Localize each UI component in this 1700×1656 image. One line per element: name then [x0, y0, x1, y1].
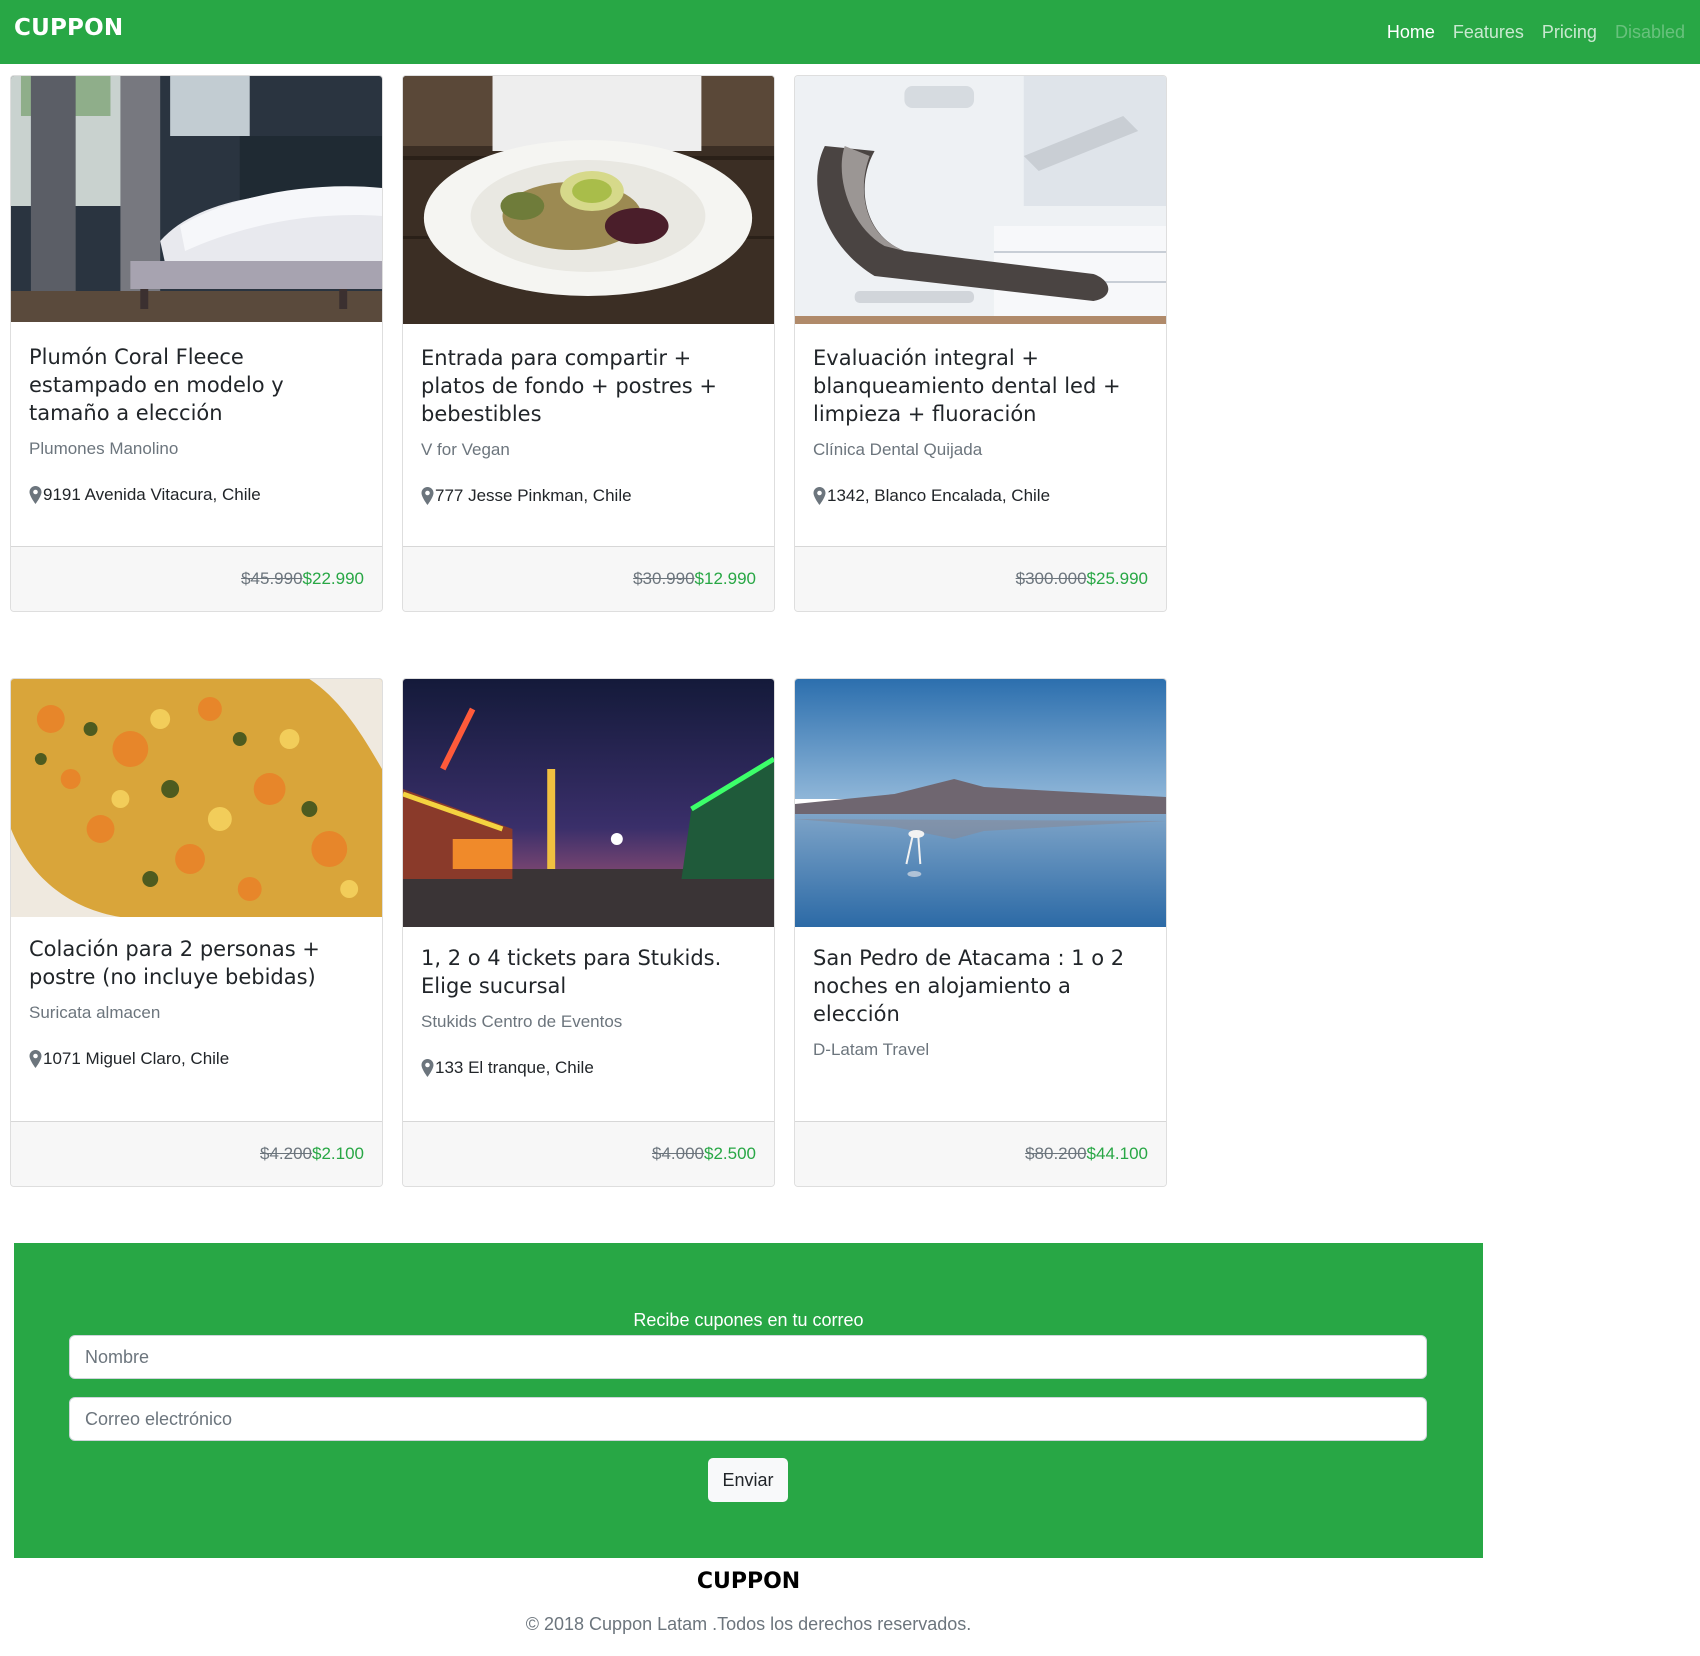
brand-logo[interactable]: CUPPON: [14, 15, 123, 41]
navbar: CUPPON Home Features Pricing Disabled: [0, 0, 1700, 64]
old-price: $30.990: [633, 569, 695, 588]
nav-features-link[interactable]: Features: [1444, 22, 1533, 43]
card-footer: $30.990 $12.990: [403, 546, 774, 611]
old-price: $4.200: [260, 1144, 312, 1163]
nav-home-link[interactable]: Home: [1378, 22, 1444, 43]
new-price: $2.100: [312, 1144, 364, 1163]
card-merchant: Stukids Centro de Eventos: [421, 1012, 623, 1031]
nav-links: Home Features Pricing Disabled: [1378, 0, 1694, 64]
card-location: 9191 Avenida Vitacura, Chile: [29, 485, 364, 505]
old-price: $300.000: [1015, 569, 1087, 588]
card-location-text: 9191 Avenida Vitacura, Chile: [43, 485, 261, 504]
newsletter-section: Recibe cupones en tu correo Enviar: [14, 1243, 1483, 1558]
card-title[interactable]: Plumón Coral Fleece estampado en modelo …: [29, 343, 364, 427]
deal-card[interactable]: San Pedro de Atacama : 1 o 2 noches en a…: [794, 678, 1167, 1187]
footer-brand: CUPPON: [696, 1569, 801, 1594]
card-footer: $45.990 $22.990: [11, 546, 382, 611]
card-merchant: Clínica Dental Quijada: [813, 440, 983, 459]
map-marker-icon: [813, 487, 826, 505]
nav-pricing-link[interactable]: Pricing: [1533, 22, 1606, 43]
newsletter-title: Recibe cupones en tu correo: [633, 1310, 864, 1330]
card-footer: $300.000 $25.990: [795, 546, 1166, 611]
flamingo-lagoon-photo[interactable]: [795, 679, 1166, 927]
card-location-text: 1342, Blanco Encalada, Chile: [827, 486, 1051, 505]
old-price: $45.990: [241, 569, 303, 588]
card-location: 777 Jesse Pinkman, Chile: [421, 486, 756, 506]
old-price: $4.000: [652, 1144, 704, 1163]
vegetable-stew-photo[interactable]: [11, 679, 382, 917]
deal-card[interactable]: Plumón Coral Fleece estampado en modelo …: [10, 75, 383, 612]
card-location-text: 1071 Miguel Claro, Chile: [43, 1049, 230, 1068]
dental-chair-photo[interactable]: [795, 76, 1166, 324]
new-price: $2.500: [704, 1144, 756, 1163]
card-merchant: D-Latam Travel: [813, 1040, 930, 1059]
bedroom-photo[interactable]: [11, 76, 382, 322]
name-input[interactable]: [69, 1335, 1427, 1379]
card-footer: $4.000 $2.500: [403, 1121, 774, 1186]
map-marker-icon: [29, 1050, 42, 1068]
card-location-text: 133 El tranque, Chile: [435, 1058, 594, 1077]
card-title[interactable]: Entrada para compartir + platos de fondo…: [421, 344, 756, 428]
card-footer: $4.200 $2.100: [11, 1121, 382, 1186]
new-price: $12.990: [694, 569, 756, 588]
email-input[interactable]: [69, 1397, 1427, 1441]
new-price: $25.990: [1086, 569, 1148, 588]
map-marker-icon: [421, 1059, 434, 1077]
card-title[interactable]: Evaluación integral + blanqueamiento den…: [813, 344, 1148, 428]
card-merchant: V for Vegan: [421, 440, 510, 459]
old-price: $80.200: [1025, 1144, 1087, 1163]
card-title[interactable]: Colación para 2 personas + postre (no in…: [29, 935, 364, 991]
card-merchant: Suricata almacen: [29, 1003, 161, 1022]
deal-card[interactable]: Evaluación integral + blanqueamiento den…: [794, 75, 1167, 612]
new-price: $22.990: [302, 569, 364, 588]
footer-copyright: © 2018 Cuppon Latam .Todos los derechos …: [525, 1614, 972, 1634]
map-marker-icon: [29, 486, 42, 504]
deal-card[interactable]: 1, 2 o 4 tickets para Stukids. Elige suc…: [402, 678, 775, 1187]
card-title[interactable]: 1, 2 o 4 tickets para Stukids. Elige suc…: [421, 944, 756, 1000]
vegan-salad-photo[interactable]: [403, 76, 774, 324]
nav-disabled-link: Disabled: [1614, 21, 1685, 42]
new-price: $44.100: [1086, 1144, 1148, 1163]
card-title[interactable]: San Pedro de Atacama : 1 o 2 noches en a…: [813, 944, 1148, 1028]
deal-card[interactable]: Colación para 2 personas + postre (no in…: [10, 678, 383, 1187]
card-location-text: 777 Jesse Pinkman, Chile: [435, 486, 632, 505]
map-marker-icon: [421, 487, 434, 505]
card-merchant: Plumones Manolino: [29, 439, 179, 458]
fair-at-night-photo[interactable]: [403, 679, 774, 927]
card-location: 133 El tranque, Chile: [421, 1058, 756, 1078]
card-footer: $80.200 $44.100: [795, 1121, 1166, 1186]
card-location: 1342, Blanco Encalada, Chile: [813, 486, 1148, 506]
deal-card[interactable]: Entrada para compartir + platos de fondo…: [402, 75, 775, 612]
card-location: 1071 Miguel Claro, Chile: [29, 1049, 364, 1069]
send-button[interactable]: Enviar: [708, 1458, 788, 1502]
